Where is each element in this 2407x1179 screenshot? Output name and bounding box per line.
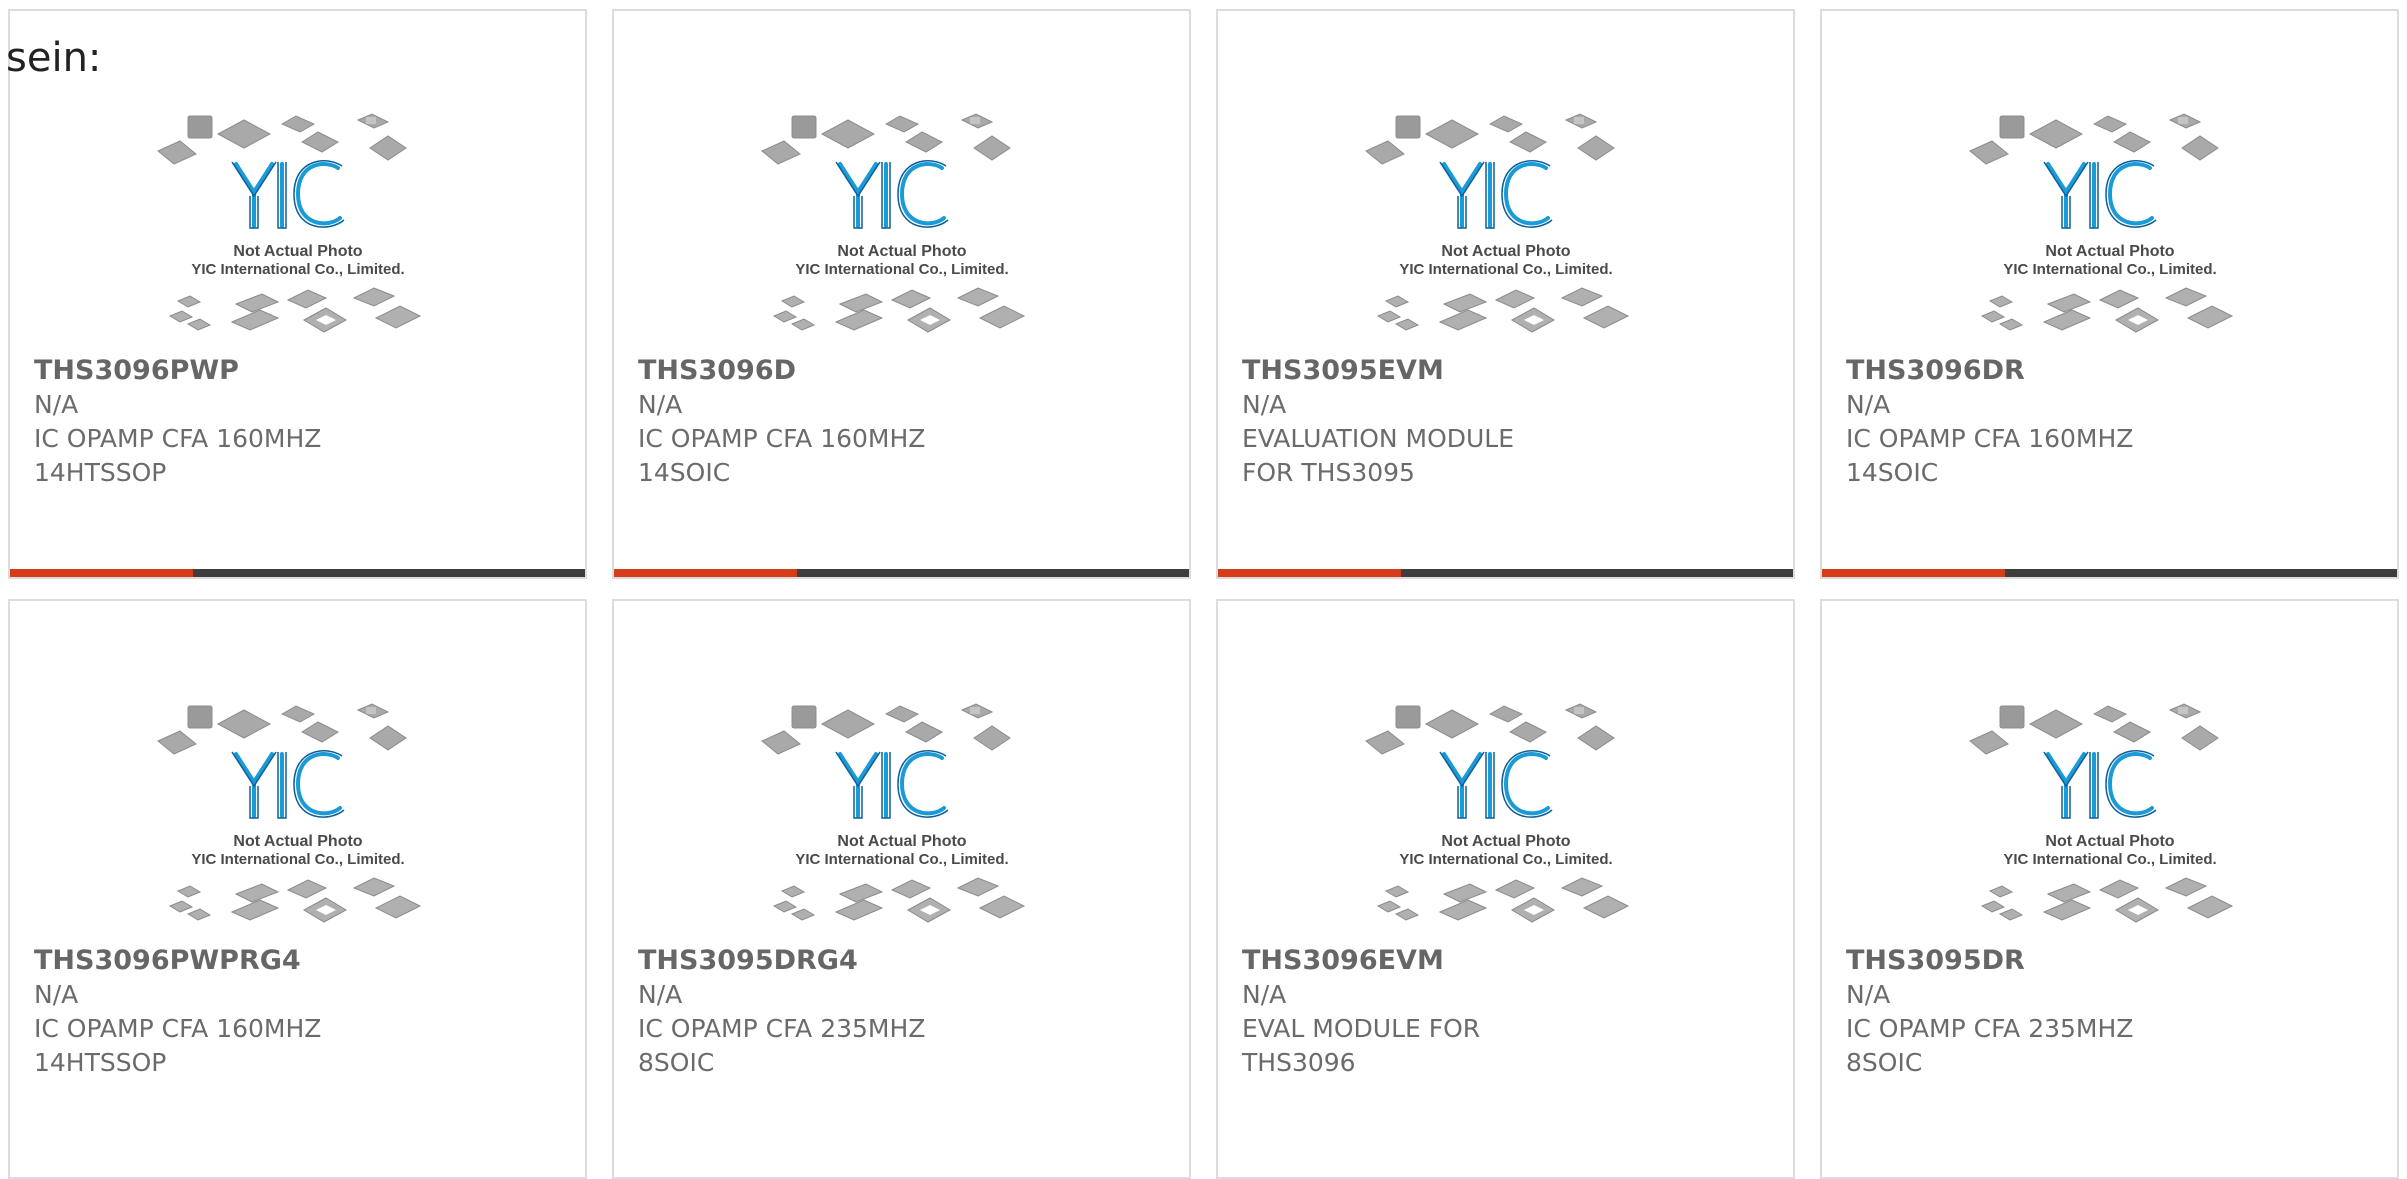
company-label: YIC International Co., Limited. [191, 261, 404, 278]
part-number-link[interactable]: THS3095DR [1846, 944, 2377, 978]
product-info: THS3095EVM N/A EVALUATION MODULE FOR THS30… [1242, 354, 1773, 490]
card-bottom-bar [1218, 569, 1793, 577]
product-description: EVAL MODULE FOR THS3096 [1242, 1014, 1481, 1077]
chip-packages-placeholder-icon[interactable]: Not Actual Photo YIC International Co., … [614, 96, 1189, 346]
product-card[interactable]: Not Actual Photo YIC International Co., … [8, 599, 587, 1179]
not-actual-photo-label: Not Actual Photo [837, 833, 966, 850]
chip-packages-placeholder-icon[interactable]: Not Actual Photo YIC International Co., … [10, 96, 585, 346]
not-actual-photo-label: Not Actual Photo [2045, 833, 2174, 850]
card-bottom-bar-accent [1218, 569, 1401, 577]
product-card[interactable]: Not Actual Photo YIC International Co., … [1216, 9, 1795, 579]
product-info: THS3095DRG4 N/A IC OPAMP CFA 235MHZ 8SOIC [638, 944, 1169, 1080]
card-bottom-bar [614, 569, 1189, 577]
stock-status: N/A [1846, 390, 1891, 419]
not-actual-photo-label: Not Actual Photo [233, 833, 362, 850]
card-bottom-bar-accent [1822, 569, 2005, 577]
product-description: IC OPAMP CFA 160MHZ 14SOIC [638, 424, 926, 487]
product-description: IC OPAMP CFA 235MHZ 8SOIC [1846, 1014, 2134, 1077]
not-actual-photo-label: Not Actual Photo [1441, 833, 1570, 850]
stock-status: N/A [34, 390, 79, 419]
card-bottom-bar [10, 569, 585, 577]
company-label: YIC International Co., Limited. [795, 851, 1008, 868]
product-grid: Not Actual Photo YIC International Co., … [8, 9, 2399, 1179]
product-info: THS3096DR N/A IC OPAMP CFA 160MHZ 14SOIC [1846, 354, 2377, 490]
part-number-link[interactable]: THS3095DRG4 [638, 944, 1169, 978]
product-info: THS3096D N/A IC OPAMP CFA 160MHZ 14SOIC [638, 354, 1169, 490]
product-info: THS3095DR N/A IC OPAMP CFA 235MHZ 8SOIC [1846, 944, 2377, 1080]
not-actual-photo-label: Not Actual Photo [233, 243, 362, 260]
chip-packages-placeholder-icon[interactable]: Not Actual Photo YIC International Co., … [10, 686, 585, 936]
part-number-link[interactable]: THS3096PWP [34, 354, 565, 388]
part-number-link[interactable]: THS3096EVM [1242, 944, 1773, 978]
product-description: EVALUATION MODULE FOR THS3095 [1242, 424, 1515, 487]
part-number-link[interactable]: THS3096D [638, 354, 1169, 388]
chip-packages-placeholder-icon[interactable]: Not Actual Photo YIC International Co., … [1822, 686, 2397, 936]
product-info: THS3096PWP N/A IC OPAMP CFA 160MHZ 14HTSSO… [34, 354, 565, 490]
product-card[interactable]: Not Actual Photo YIC International Co., … [1820, 9, 2399, 579]
company-label: YIC International Co., Limited. [1399, 261, 1612, 278]
company-label: YIC International Co., Limited. [1399, 851, 1612, 868]
card-bottom-bar-accent [614, 569, 797, 577]
company-label: YIC International Co., Limited. [2003, 261, 2216, 278]
company-label: YIC International Co., Limited. [795, 261, 1008, 278]
product-description: IC OPAMP CFA 160MHZ 14SOIC [1846, 424, 2134, 487]
chip-packages-placeholder-icon[interactable]: Not Actual Photo YIC International Co., … [1822, 96, 2397, 346]
not-actual-photo-label: Not Actual Photo [2045, 243, 2174, 260]
product-card[interactable]: Not Actual Photo YIC International Co., … [612, 9, 1191, 579]
product-card[interactable]: Not Actual Photo YIC International Co., … [612, 599, 1191, 1179]
chip-packages-placeholder-icon[interactable]: Not Actual Photo YIC International Co., … [614, 686, 1189, 936]
not-actual-photo-label: Not Actual Photo [837, 243, 966, 260]
product-card[interactable]: Not Actual Photo YIC International Co., … [8, 9, 587, 579]
product-info: THS3096PWPRG4 N/A IC OPAMP CFA 160MHZ 14HT… [34, 944, 565, 1080]
card-bottom-bar [1822, 569, 2397, 577]
part-number-link[interactable]: THS3096PWPRG4 [34, 944, 565, 978]
product-info: THS3096EVM N/A EVAL MODULE FOR THS3096 [1242, 944, 1773, 1080]
intro-text: sein: [6, 35, 102, 81]
product-description: IC OPAMP CFA 235MHZ 8SOIC [638, 1014, 926, 1077]
stock-status: N/A [1846, 980, 1891, 1009]
card-bottom-bar-accent [10, 569, 193, 577]
stock-status: N/A [638, 980, 683, 1009]
product-card[interactable]: Not Actual Photo YIC International Co., … [1820, 599, 2399, 1179]
company-label: YIC International Co., Limited. [2003, 851, 2216, 868]
product-card[interactable]: Not Actual Photo YIC International Co., … [1216, 599, 1795, 1179]
part-number-link[interactable]: THS3096DR [1846, 354, 2377, 388]
part-number-link[interactable]: THS3095EVM [1242, 354, 1773, 388]
stock-status: N/A [1242, 980, 1287, 1009]
stock-status: N/A [34, 980, 79, 1009]
stock-status: N/A [638, 390, 683, 419]
not-actual-photo-label: Not Actual Photo [1441, 243, 1570, 260]
product-description: IC OPAMP CFA 160MHZ 14HTSSOP [34, 1014, 322, 1077]
company-label: YIC International Co., Limited. [191, 851, 404, 868]
chip-packages-placeholder-icon[interactable]: Not Actual Photo YIC International Co., … [1218, 686, 1793, 936]
product-description: IC OPAMP CFA 160MHZ 14HTSSOP [34, 424, 322, 487]
stock-status: N/A [1242, 390, 1287, 419]
chip-packages-placeholder-icon[interactable]: Not Actual Photo YIC International Co., … [1218, 96, 1793, 346]
